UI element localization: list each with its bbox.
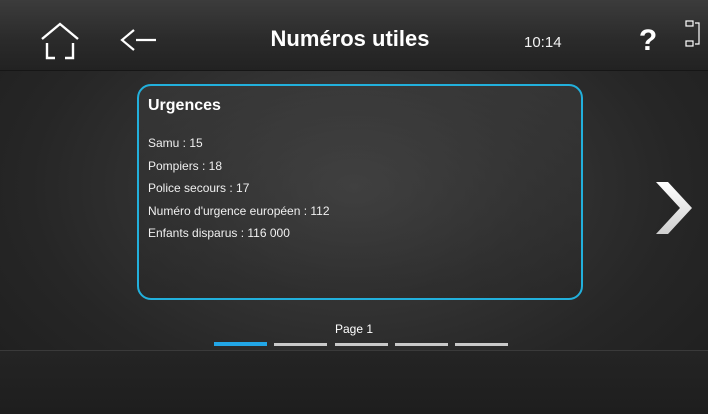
page-dot-4[interactable] (395, 343, 448, 346)
home-button[interactable] (38, 20, 82, 62)
list-item-european-emergency: Numéro d'urgence européen : 112 (148, 203, 330, 218)
home-icon (41, 22, 79, 60)
top-bar: Numéros utiles 10:14 ? (0, 0, 708, 71)
next-page-button[interactable] (652, 176, 696, 240)
list-item-samu: Samu : 15 (148, 136, 203, 150)
page-dot-1[interactable] (214, 342, 267, 346)
back-button[interactable] (118, 24, 160, 56)
page-dot-5[interactable] (455, 343, 508, 346)
page-dot-3[interactable] (335, 343, 388, 346)
bottom-bar (0, 350, 708, 414)
page-title: Numéros utiles (270, 26, 430, 51)
chevron-right-icon (656, 182, 692, 234)
clock-time: 10:14 (524, 34, 562, 51)
card-title: Urgences (148, 97, 221, 114)
layout-toggle-button[interactable] (684, 18, 702, 54)
page-dot-2[interactable] (274, 343, 327, 346)
help-button[interactable]: ? (628, 24, 668, 62)
phone-number-list: Samu : 15 Pompiers : 18 Police secours :… (148, 132, 330, 245)
emergency-numbers-card: Urgences Samu : 15 Pompiers : 18 Police … (137, 84, 583, 300)
page-indicator-label: Page 1 (334, 322, 374, 336)
app-screen: Numéros utiles 10:14 ? Urgences Samu : 1… (0, 0, 708, 414)
list-item-missing-children: Enfants disparus : 116 000 (148, 226, 290, 240)
layout-toggle-icon (685, 20, 700, 47)
list-item-police: Police secours : 17 (148, 181, 250, 195)
back-arrow-icon (120, 29, 156, 51)
list-item-pompiers: Pompiers : 18 (148, 158, 223, 173)
